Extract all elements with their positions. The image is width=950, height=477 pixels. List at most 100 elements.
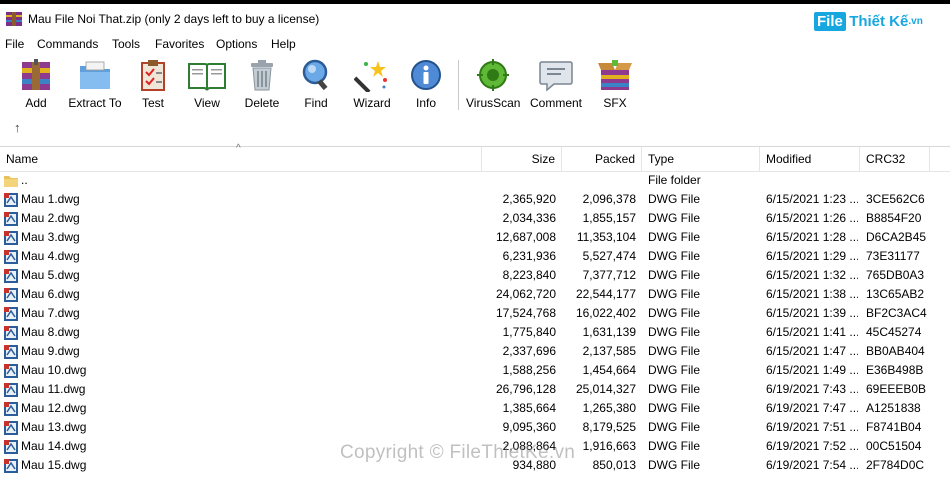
up-one-level-icon[interactable]: ↑: [14, 120, 21, 135]
view-button[interactable]: View: [186, 58, 228, 114]
file-crc32: 45C45274: [866, 325, 922, 339]
column-crc32[interactable]: CRC32: [860, 147, 930, 171]
file-type: DWG File: [648, 287, 700, 301]
file-type: DWG File: [648, 268, 700, 282]
file-type: DWG File: [648, 211, 700, 225]
toolbar: Add Extract To Test View Delete Find Wiz…: [0, 54, 950, 147]
file-crc32: 2F784D0C: [866, 458, 925, 472]
file-modified: 6/15/2021 1:28 ...: [766, 230, 858, 244]
winrar-app-icon[interactable]: [6, 12, 22, 26]
file-packed: 1,855,157: [582, 211, 636, 225]
file-modified: 6/15/2021 1:39 ...: [766, 306, 858, 320]
virusscan-button[interactable]: VirusScan: [466, 58, 520, 114]
file-modified: 6/19/2021 7:47 ...: [766, 401, 858, 415]
file-name: ..: [4, 171, 480, 190]
file-row[interactable]: Mau 2.dwg 2,034,336 1,855,157 DWG File 6/15/…: [0, 209, 950, 228]
menu-options[interactable]: Options: [216, 37, 257, 51]
file-size: 1,588,256: [502, 363, 556, 377]
find-button[interactable]: Find: [296, 58, 336, 114]
delete-button[interactable]: Delete: [242, 58, 282, 114]
file-modified: 6/19/2021 7:54 ...: [766, 458, 858, 472]
test-button[interactable]: Test: [134, 58, 172, 114]
menu-tools[interactable]: Tools: [112, 37, 140, 51]
file-row[interactable]: Mau 6.dwg 24,062,720 22,544,177 DWG File 6/1…: [0, 285, 950, 304]
file-modified: 6/15/2021 1:41 ...: [766, 325, 858, 339]
file-size: 2,365,920: [502, 192, 556, 206]
wizard-button[interactable]: Wizard: [350, 58, 394, 114]
brand-box: File: [814, 12, 846, 31]
virusscan-label: VirusScan: [466, 96, 521, 110]
file-name: Mau 5.dwg: [4, 266, 480, 285]
file-packed: 2,137,585: [582, 344, 636, 358]
comment-button[interactable]: Comment: [528, 58, 584, 114]
dwg-file-icon: [4, 230, 18, 245]
sfx-button[interactable]: SFX: [594, 58, 636, 114]
column-size[interactable]: Size: [482, 147, 562, 171]
column-modified[interactable]: Modified: [760, 147, 860, 171]
file-type: DWG File: [648, 401, 700, 415]
extract-folder-icon: [80, 61, 110, 89]
delete-label: Delete: [244, 96, 280, 110]
file-packed: 22,544,177: [575, 287, 636, 301]
dwg-file-icon: [4, 325, 18, 340]
file-name-text: Mau 11.dwg: [21, 382, 86, 396]
file-row[interactable]: Mau 7.dwg 17,524,768 16,022,402 DWG File 6/1…: [0, 304, 950, 323]
info-label: Info: [415, 96, 436, 110]
menu-file[interactable]: File: [5, 37, 24, 51]
file-name-text: Mau 15.dwg: [21, 458, 87, 472]
file-row[interactable]: Mau 3.dwg 12,687,008 11,353,104 DWG File 6/1…: [0, 228, 950, 247]
file-name-text: Mau 10.dwg: [21, 363, 87, 377]
file-modified: 6/15/2021 1:23 ...: [766, 192, 858, 206]
file-name: Mau 1.dwg: [4, 190, 480, 209]
dwg-file-icon: [4, 382, 18, 397]
file-name: Mau 7.dwg: [4, 304, 480, 323]
magic-wand-icon: [354, 61, 387, 92]
sfx-label: SFX: [603, 96, 627, 110]
brand-tld: .vn: [908, 16, 923, 27]
info-button[interactable]: Info: [408, 58, 444, 114]
file-row[interactable]: Mau 1.dwg 2,365,920 2,096,378 DWG File 6/15/…: [0, 190, 950, 209]
file-crc32: 3CE562C6: [866, 192, 925, 206]
file-packed: 7,377,712: [582, 268, 636, 282]
add-button[interactable]: Add: [14, 58, 58, 114]
file-type: DWG File: [648, 192, 700, 206]
dwg-file-icon: [4, 401, 18, 416]
virus-scan-icon: [477, 59, 509, 91]
file-row[interactable]: Mau 4.dwg 6,231,936 5,527,474 DWG File 6/15/…: [0, 247, 950, 266]
file-row[interactable]: Mau 12.dwg 1,385,664 1,265,380 DWG File 6/19…: [0, 399, 950, 418]
file-row[interactable]: .. File folder: [0, 171, 950, 190]
title-bar: Mau File Noi That.zip (only 2 days left …: [0, 4, 950, 34]
file-list: .. File folder Mau 1.dwg 2,365,920 2,096,378…: [0, 171, 950, 475]
column-packed[interactable]: Packed: [562, 147, 642, 171]
file-row[interactable]: Mau 13.dwg 9,095,360 8,179,525 DWG File 6/19…: [0, 418, 950, 437]
file-row[interactable]: Mau 9.dwg 2,337,696 2,137,585 DWG File 6/15/…: [0, 342, 950, 361]
column-name[interactable]: Name: [0, 147, 482, 171]
menu-favorites[interactable]: Favorites: [155, 37, 204, 51]
dwg-file-icon: [4, 363, 18, 378]
find-label: Find: [304, 96, 328, 110]
view-label: View: [194, 96, 220, 110]
file-row[interactable]: Mau 11.dwg 26,796,128 25,014,327 DWG File 6/…: [0, 380, 950, 399]
file-modified: 6/15/2021 1:47 ...: [766, 344, 858, 358]
file-size: 9,095,360: [502, 420, 556, 434]
extract-to-button[interactable]: Extract To: [66, 58, 124, 114]
file-name: Mau 9.dwg: [4, 342, 480, 361]
column-type[interactable]: Type: [642, 147, 760, 171]
file-row[interactable]: Mau 8.dwg 1,775,840 1,631,139 DWG File 6/15/…: [0, 323, 950, 342]
file-name-text: Mau 7.dwg: [21, 306, 80, 320]
file-name-text: Mau 8.dwg: [21, 325, 80, 339]
file-packed: 1,631,139: [582, 325, 636, 339]
file-crc32: B8854F20: [866, 211, 922, 225]
dwg-file-icon: [4, 439, 18, 454]
file-modified: 6/15/2021 1:32 ...: [766, 268, 858, 282]
menu-commands[interactable]: Commands: [37, 37, 98, 51]
file-size: 2,337,696: [502, 344, 556, 358]
file-row[interactable]: Mau 10.dwg 1,588,256 1,454,664 DWG File 6/15…: [0, 361, 950, 380]
file-name: Mau 8.dwg: [4, 323, 480, 342]
menu-help[interactable]: Help: [271, 37, 296, 51]
file-crc32: 73E31177: [866, 249, 920, 263]
file-packed: 11,353,104: [576, 230, 636, 244]
dwg-file-icon: [4, 344, 18, 359]
file-type: DWG File: [648, 325, 700, 339]
file-row[interactable]: Mau 5.dwg 8,223,840 7,377,712 DWG File 6/15/…: [0, 266, 950, 285]
